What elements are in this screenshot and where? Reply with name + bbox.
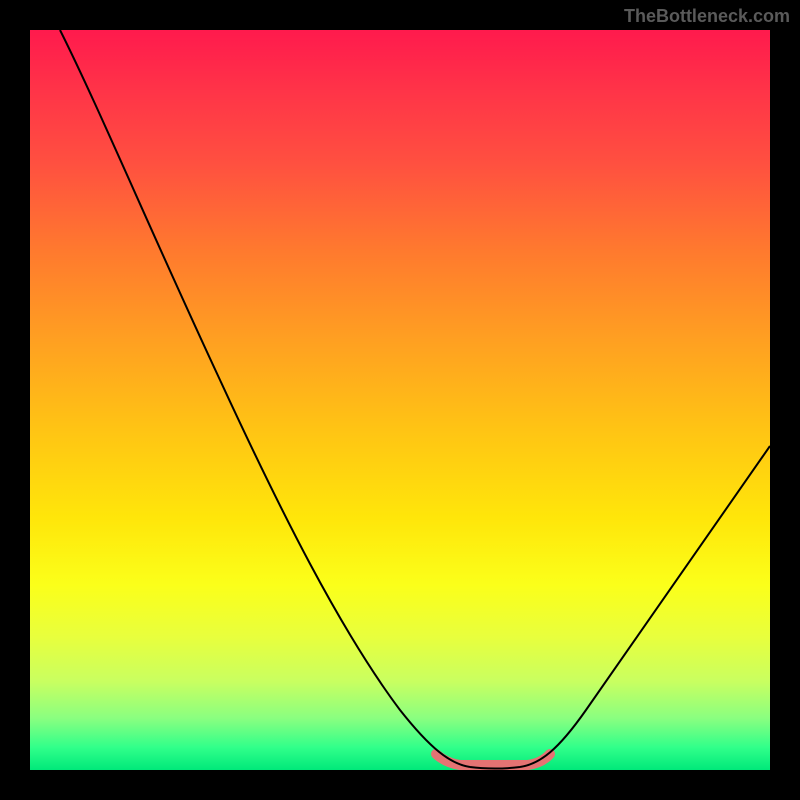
- watermark-text: TheBottleneck.com: [624, 6, 790, 27]
- curve-layer: [30, 30, 770, 770]
- left-descending-curve: [60, 30, 470, 767]
- plot-area: [30, 30, 770, 770]
- right-ascending-curve: [520, 446, 770, 767]
